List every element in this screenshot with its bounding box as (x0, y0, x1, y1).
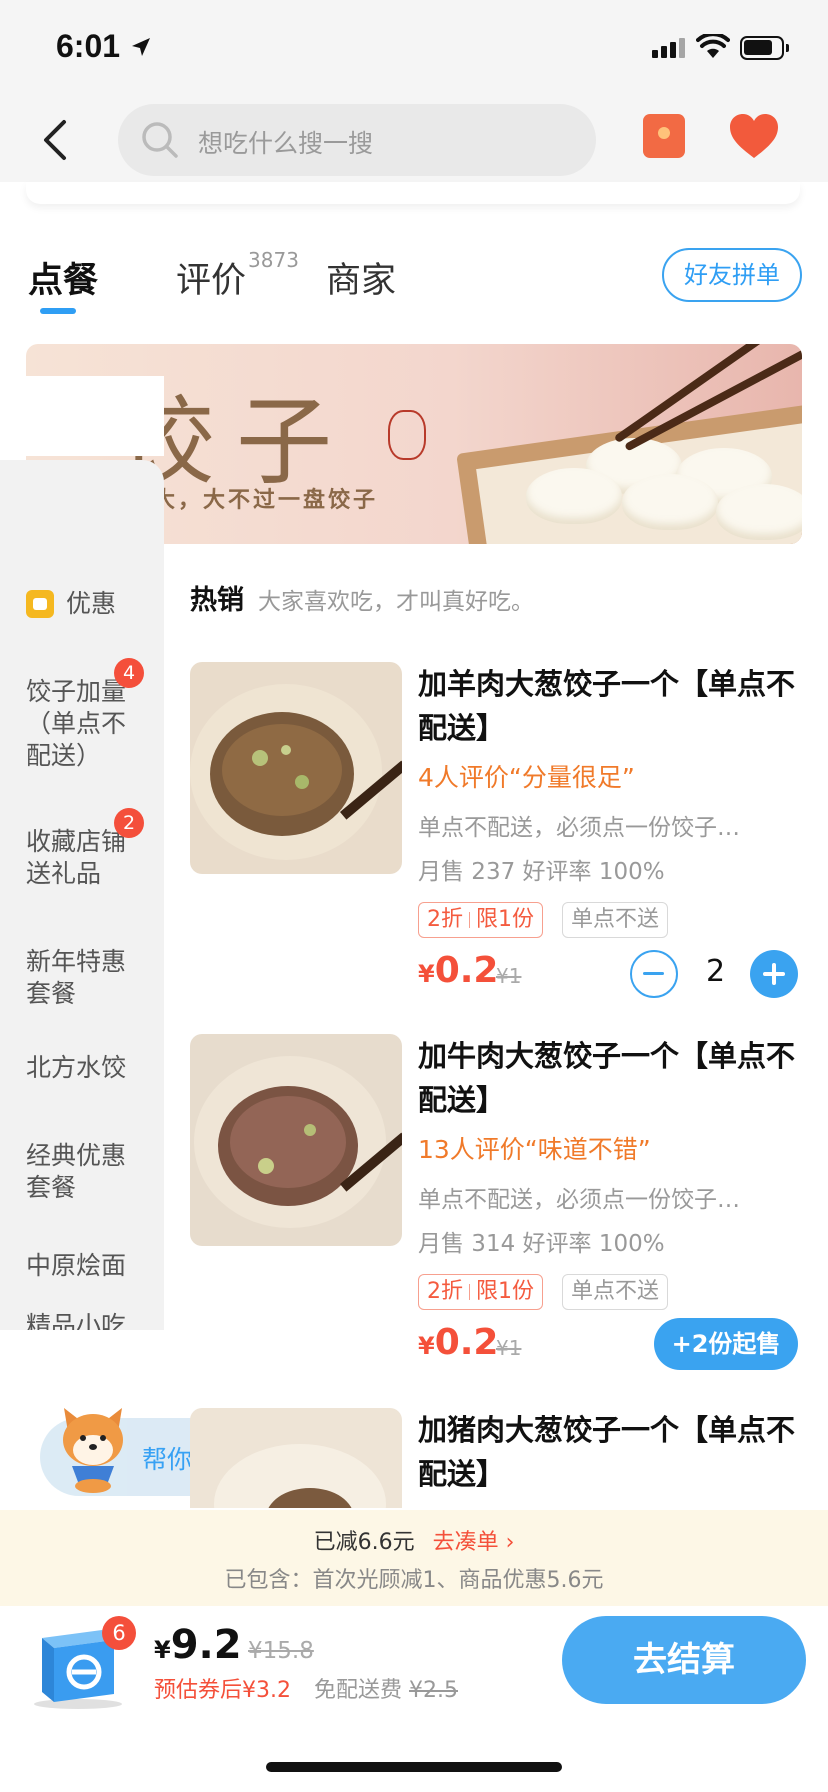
sidebar-item-classic-set[interactable]: 经典优惠套餐 (26, 1140, 146, 1204)
tab-merchant-label: 商家 (326, 261, 397, 301)
search-input[interactable]: 想吃什么搜一搜 (118, 104, 596, 176)
discount-tag-limit: 限1份 (476, 907, 534, 932)
total-currency: ¥ (154, 1636, 171, 1664)
delivery-free-label: 免配送费 (314, 1678, 403, 1703)
product-desc: 单点不配送，必须点一份饺子… (418, 815, 740, 841)
tab-merchant[interactable]: 商家 (326, 252, 396, 303)
sidebar-item-discount[interactable]: 优惠 (66, 588, 164, 620)
price-value: 0.2 (434, 1322, 499, 1363)
search-placeholder: 想吃什么搜一搜 (198, 129, 374, 158)
status-time: 6:01 (56, 28, 121, 64)
promo-summary: 已减6.6元 去凑单 › (0, 1524, 828, 1556)
banner-dumpling (716, 484, 802, 540)
wifi-icon (696, 34, 730, 58)
promo-saved: 已减6.6元 (313, 1530, 415, 1555)
product-name: 加牛肉大葱饺子一个【单点不配送】 (418, 1039, 796, 1117)
total-value: 9.2 (170, 1622, 242, 1668)
increase-quantity-button[interactable] (750, 950, 798, 998)
product-image (190, 1408, 402, 1508)
product-sales: 月售 314 好评率 100% (418, 1231, 665, 1257)
sidebar-item-new-year-set[interactable]: 新年特惠套餐 (26, 946, 146, 1010)
checkout-button[interactable]: 去结算 (562, 1616, 806, 1704)
search-icon (142, 122, 178, 158)
tab-order[interactable]: 点餐 (28, 252, 98, 303)
discount-tag-rate: 2折 (427, 1279, 463, 1304)
product-price: ¥0.2 (418, 1322, 498, 1363)
tab-reviews-label: 评价 (176, 261, 247, 301)
category-sidebar[interactable]: 优惠 饺子加量（单点不配送） 4 收藏店铺送礼品 2 新年特惠套餐 北方水饺 经… (0, 460, 164, 1330)
sidebar-item-extra-dumplings[interactable]: 饺子加量（单点不配送） (26, 676, 146, 772)
cart-original-total: ¥15.8 (248, 1638, 314, 1664)
favorite-heart-icon[interactable] (728, 112, 780, 160)
shiba-mascot-icon (63, 1408, 123, 1493)
tab-order-label: 点餐 (28, 261, 99, 301)
product-review[interactable]: 4人评价“分量很足” (418, 758, 635, 794)
add-minimum-quantity-button[interactable]: +2份起售 (654, 1318, 798, 1370)
sidebar-hot-row[interactable] (0, 376, 164, 456)
product-card[interactable]: 加羊肉大葱饺子一个【单点不配送】 4人评价“分量很足” 单点不配送，必须点一份饺… (190, 662, 802, 1032)
quantity-value: 2 (706, 954, 726, 989)
banner-dumpling (526, 468, 622, 524)
battery-icon (740, 36, 789, 60)
section-title: 热销 (190, 585, 244, 616)
section-desc: 大家喜欢吃，才叫真好吃。 (258, 589, 534, 615)
tab-reviews-count: 3873 (248, 248, 299, 272)
store-tabs: 点餐 评价3873 商家 好友拼单 (0, 248, 828, 342)
tab-reviews[interactable]: 评价3873 (176, 248, 299, 303)
back-icon[interactable] (36, 116, 76, 164)
nav-bar: 想吃什么搜一搜 (0, 96, 828, 186)
sidebar-item-noodles[interactable]: 中原烩面 (26, 1250, 146, 1282)
product-card[interactable]: 加猪肉大葱饺子一个【单点不配送】 (190, 1408, 802, 1508)
product-desc: 单点不配送，必须点一份饺子… (418, 1187, 740, 1213)
product-image (190, 662, 402, 874)
sidebar-item-snacks[interactable]: 精品小吃 (26, 1310, 146, 1330)
discount-tag: 2折 限1份 (418, 902, 543, 938)
red-packet-icon[interactable] (643, 114, 685, 158)
product-name: 加猪肉大葱饺子一个【单点不配送】 (418, 1413, 796, 1491)
delivery-fee: 免配送费 ¥2.5 (314, 1672, 458, 1704)
product-original-price: ¥1 (496, 964, 522, 988)
product-price: ¥0.2 (418, 950, 498, 991)
product-image (190, 1034, 402, 1246)
store-card-bottom (26, 182, 800, 204)
price-currency: ¥ (418, 960, 435, 988)
tag-icon (26, 590, 54, 618)
sidebar-item-northern-dumplings[interactable]: 北方水饺 (26, 1052, 146, 1084)
product-sales: 月售 237 好评率 100% (418, 859, 665, 885)
add-more-items-link[interactable]: 去凑单 › (433, 1530, 515, 1555)
status-bar: 6:01 (0, 0, 828, 96)
discount-tag-divider (469, 1284, 470, 1300)
sidebar-badge: 4 (114, 658, 144, 688)
checkout-bar: 6 ¥9.2 ¥15.8 预估券后¥3.2 免配送费 ¥2.5 去结算 (0, 1606, 828, 1792)
discount-tag-divider (469, 912, 470, 928)
product-original-price: ¥1 (496, 1336, 522, 1360)
product-card[interactable]: 加牛肉大葱饺子一个【单点不配送】 13人评价“味道不错” 单点不配送，必须点一份… (190, 1034, 802, 1404)
location-arrow-icon (132, 38, 150, 56)
no-single-delivery-tag: 单点不送 (562, 902, 669, 938)
product-review[interactable]: 13人评价“味道不错” (418, 1130, 651, 1166)
price-value: 0.2 (434, 950, 499, 991)
tab-active-indicator (40, 308, 76, 314)
estimated-after-coupon: 预估券后¥3.2 (154, 1678, 291, 1703)
cart-count-badge: 6 (102, 1616, 136, 1650)
banner-dumpling (622, 474, 718, 530)
friend-group-order-button[interactable]: 好友拼单 (662, 248, 802, 302)
decrease-quantity-button[interactable] (630, 950, 678, 998)
cart-total: ¥9.2 (154, 1622, 242, 1668)
no-single-delivery-tag: 单点不送 (562, 1274, 669, 1310)
signal-icon (652, 38, 685, 58)
price-currency: ¥ (418, 1332, 435, 1360)
discount-tag-rate: 2折 (427, 907, 463, 932)
section-header: 热销 大家喜欢吃，才叫真好吃。 (190, 578, 534, 617)
home-indicator (266, 1762, 562, 1772)
sidebar-badge: 2 (114, 808, 144, 838)
discount-tag: 2折 限1份 (418, 1274, 543, 1310)
discount-tag-limit: 限1份 (476, 1279, 534, 1304)
promo-included: 已包含：首次光顾减1、商品优惠5.6元 (224, 1568, 604, 1593)
product-name: 加羊肉大葱饺子一个【单点不配送】 (418, 667, 796, 745)
banner-seal-icon (388, 410, 426, 460)
promotion-bar: 已减6.6元 去凑单 › 已包含：首次光顾减1、商品优惠5.6元 (0, 1510, 828, 1606)
delivery-original-fee: ¥2.5 (409, 1678, 458, 1703)
